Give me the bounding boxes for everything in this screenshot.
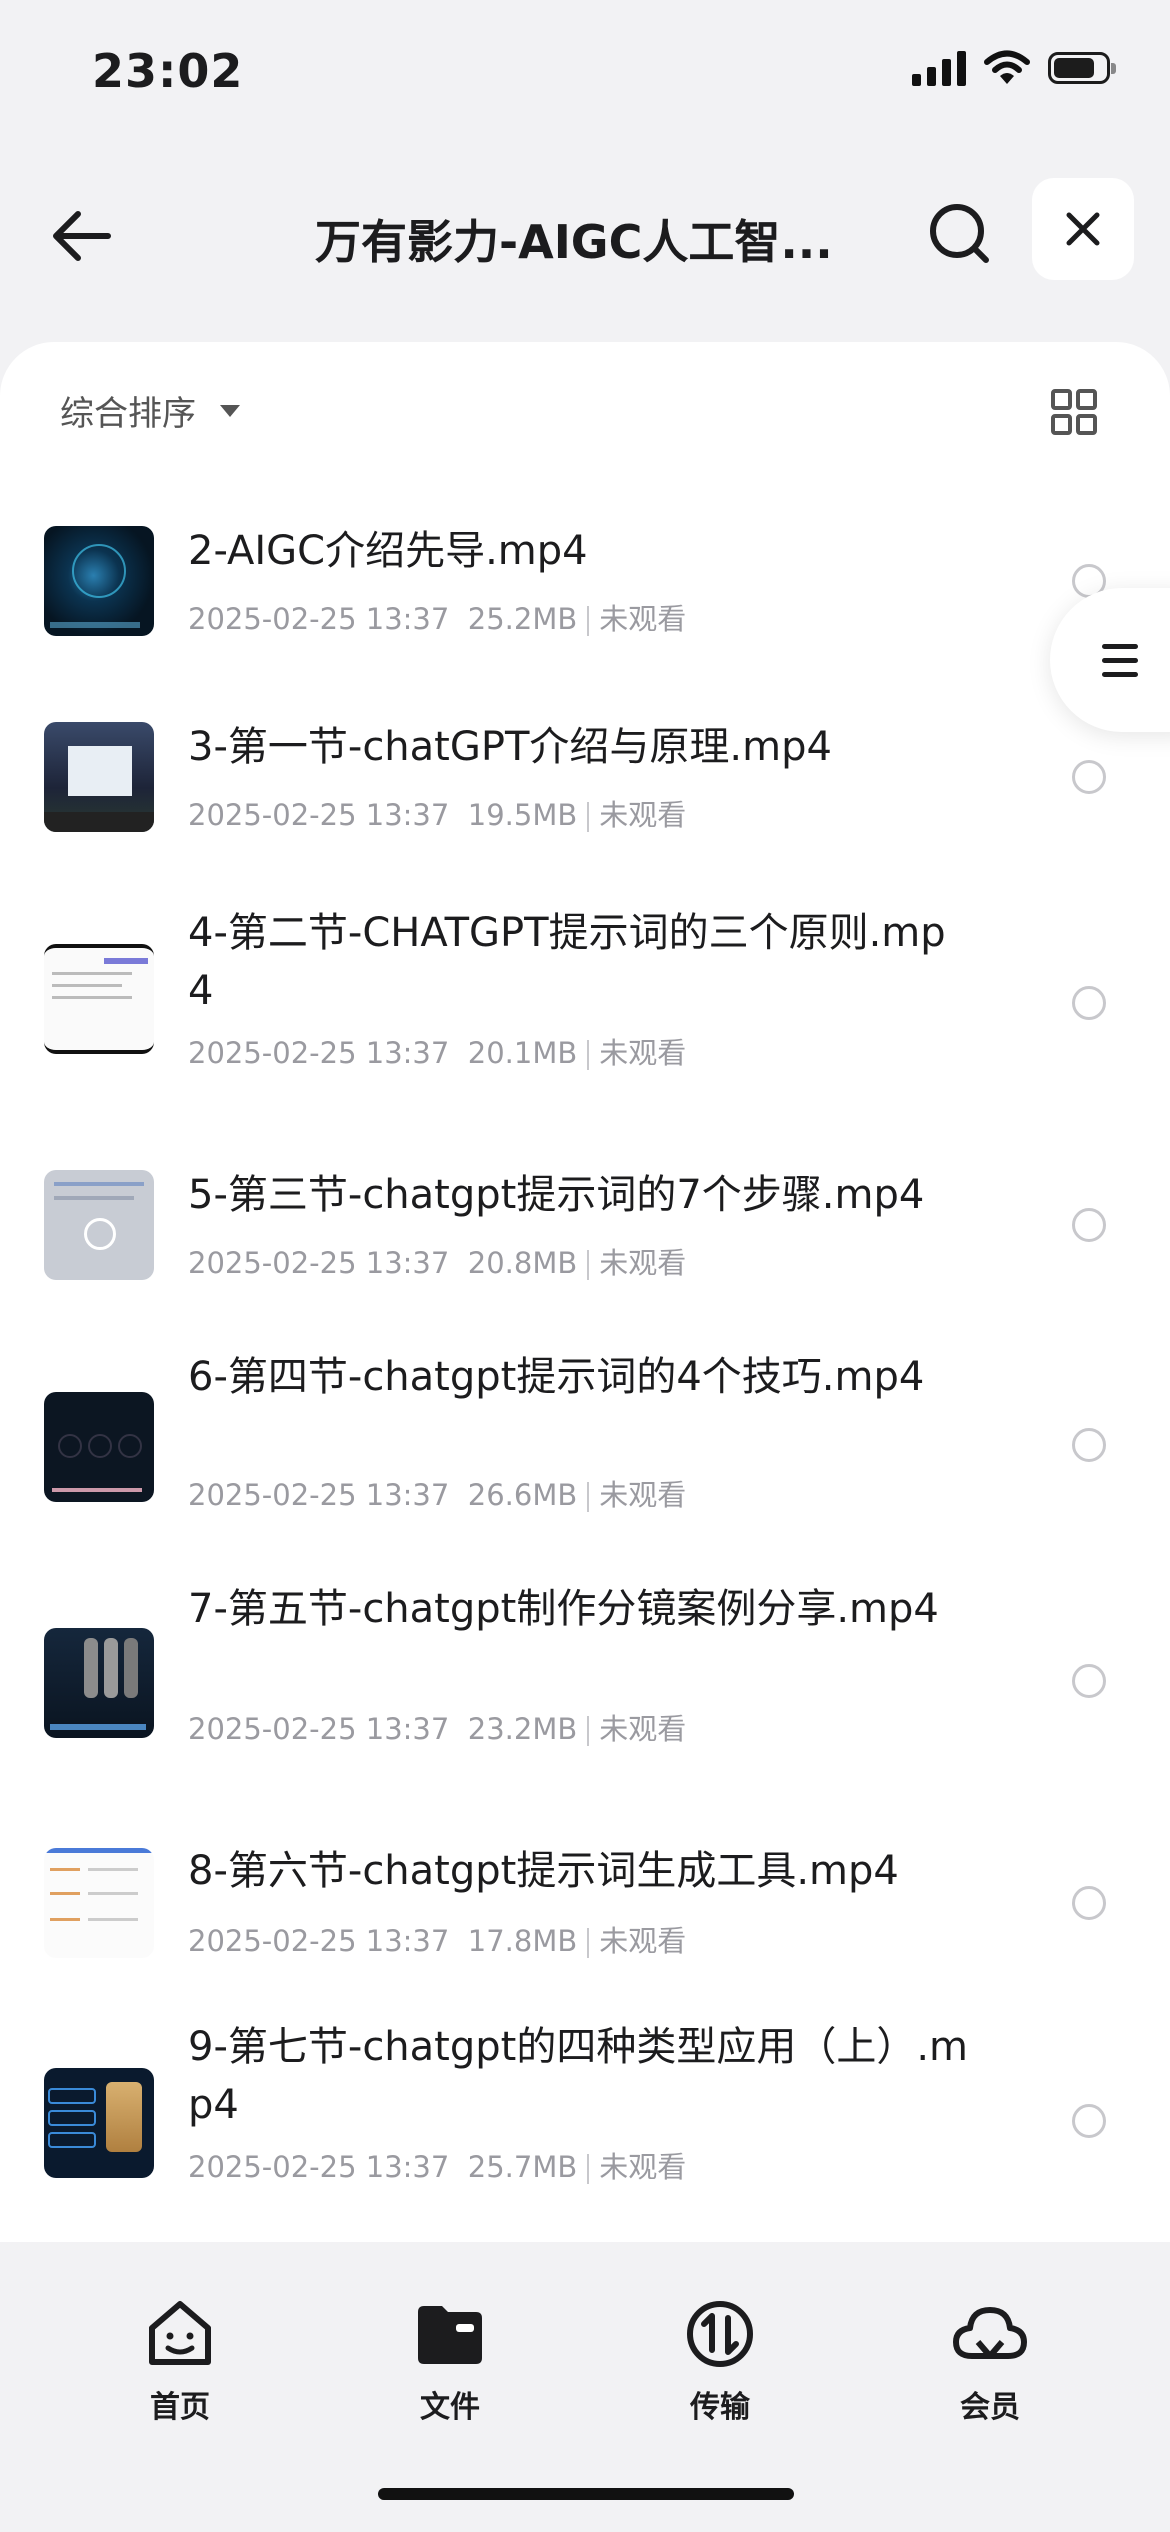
wifi-icon	[984, 50, 1030, 84]
video-thumbnail	[44, 2068, 154, 2178]
video-thumbnail	[44, 1392, 154, 1502]
file-name: 9-第七节-chatgpt的四种类型应用（上）.mp4	[188, 2024, 968, 2128]
list-item[interactable]: 6-第四节-chatgpt提示词的4个技巧.mp4 2025-02-25 13:…	[0, 1312, 1170, 1552]
watch-status: 未观看	[599, 1478, 687, 1512]
search-icon	[930, 204, 989, 263]
cellular-signal-icon	[912, 50, 966, 86]
file-name: 4-第二节-CHATGPT提示词的三个原则.mp4	[188, 910, 946, 1014]
video-thumbnail	[44, 1170, 154, 1280]
file-meta: 2025-02-25 13:37 17.8MB 未观看	[188, 1918, 686, 1960]
nav-vip[interactable]: 会员	[890, 2294, 1090, 2426]
nav-label: 会员	[960, 2390, 1020, 2425]
watch-status: 未观看	[599, 2150, 687, 2184]
file-date: 2025-02-25 13:37	[188, 1246, 450, 1280]
file-date: 2025-02-25 13:37	[188, 602, 450, 636]
watch-status: 未观看	[599, 1036, 687, 1070]
file-meta: 2025-02-25 13:37 19.5MB 未观看	[188, 792, 686, 834]
file-size: 17.8MB	[467, 1924, 578, 1958]
select-radio[interactable]	[1072, 1886, 1106, 1920]
file-date: 2025-02-25 13:37	[188, 798, 450, 832]
sort-label: 综合排序	[60, 394, 196, 434]
video-thumbnail	[44, 722, 154, 832]
watch-status: 未观看	[599, 1924, 687, 1958]
file-size: 20.8MB	[467, 1246, 578, 1280]
nav-label: 文件	[420, 2390, 480, 2425]
file-list-panel: 综合排序 2-AIGC介绍先导.mp4 2025-02-25 13:37 25.…	[0, 342, 1170, 2242]
file-date: 2025-02-25 13:37	[188, 1036, 450, 1070]
transfer-icon	[687, 2301, 753, 2367]
sort-dropdown[interactable]: 综合排序	[60, 386, 240, 435]
watch-status: 未观看	[599, 602, 687, 636]
file-date: 2025-02-25 13:37	[188, 1712, 450, 1746]
file-size: 25.2MB	[467, 602, 578, 636]
home-smile-icon	[149, 2301, 211, 2365]
file-name: 5-第三节-chatgpt提示词的7个步骤.mp4	[188, 1172, 925, 1218]
watch-status: 未观看	[599, 1712, 687, 1746]
video-thumbnail	[44, 944, 154, 1054]
list-item[interactable]: 9-第七节-chatgpt的四种类型应用（上）.mp4 2025-02-25 1…	[0, 1992, 1170, 2242]
select-radio[interactable]	[1072, 986, 1106, 1020]
file-size: 26.6MB	[467, 1478, 578, 1512]
list-item[interactable]: 8-第六节-chatgpt提示词生成工具.mp4 2025-02-25 13:3…	[0, 1792, 1170, 1992]
list-item[interactable]: 5-第三节-chatgpt提示词的7个步骤.mp4 2025-02-25 13:…	[0, 1112, 1170, 1312]
select-radio[interactable]	[1072, 1428, 1106, 1462]
file-name: 6-第四节-chatgpt提示词的4个技巧.mp4	[188, 1354, 925, 1400]
caret-down-icon	[220, 404, 240, 417]
file-name: 2-AIGC介绍先导.mp4	[188, 528, 588, 574]
file-meta: 2025-02-25 13:37 23.2MB 未观看	[188, 1706, 686, 1748]
list-item[interactable]: 3-第一节-chatGPT介绍与原理.mp4 2025-02-25 13:37 …	[0, 662, 1170, 862]
file-name: 3-第一节-chatGPT介绍与原理.mp4	[188, 724, 832, 770]
select-radio[interactable]	[1072, 1208, 1106, 1242]
list-item[interactable]: 2-AIGC介绍先导.mp4 2025-02-25 13:37 25.2MB 未观…	[0, 472, 1170, 662]
file-size: 23.2MB	[467, 1712, 578, 1746]
close-icon	[1066, 212, 1100, 246]
file-date: 2025-02-25 13:37	[188, 1478, 450, 1512]
nav-label: 首页	[150, 2390, 210, 2425]
status-icons	[912, 50, 1116, 86]
cloud-icon	[953, 2307, 1027, 2359]
file-size: 25.7MB	[467, 2150, 578, 2184]
select-radio[interactable]	[1072, 760, 1106, 794]
menu-icon	[1102, 643, 1138, 677]
page-title: 万有影力-AIGC人工智...	[315, 215, 833, 269]
nav-home[interactable]: 首页	[80, 2294, 280, 2426]
file-size: 19.5MB	[467, 798, 578, 832]
battery-icon	[1048, 52, 1116, 84]
back-button[interactable]	[44, 198, 120, 274]
search-button[interactable]	[924, 198, 996, 270]
watch-status: 未观看	[599, 798, 687, 832]
video-thumbnail	[44, 526, 154, 636]
file-meta: 2025-02-25 13:37 26.6MB 未观看	[188, 1472, 686, 1514]
header: 万有影力-AIGC人工智...	[0, 178, 1170, 288]
file-size: 20.1MB	[467, 1036, 578, 1070]
video-thumbnail	[44, 1628, 154, 1738]
grid-view-icon	[1051, 389, 1097, 435]
nav-label: 传输	[690, 2390, 750, 2425]
file-date: 2025-02-25 13:37	[188, 1924, 450, 1958]
list-item[interactable]: 4-第二节-CHATGPT提示词的三个原则.mp4 2025-02-25 13:…	[0, 862, 1170, 1112]
file-meta: 2025-02-25 13:37 20.8MB 未观看	[188, 1240, 686, 1282]
battery-level	[1054, 58, 1094, 78]
folder-icon	[418, 2306, 482, 2364]
close-button[interactable]	[1032, 178, 1134, 280]
home-indicator	[378, 2488, 794, 2500]
watch-status: 未观看	[599, 1246, 687, 1280]
select-radio[interactable]	[1072, 1664, 1106, 1698]
file-date: 2025-02-25 13:37	[188, 2150, 450, 2184]
video-thumbnail	[44, 1848, 154, 1958]
grid-view-button[interactable]	[1050, 388, 1098, 436]
file-meta: 2025-02-25 13:37 25.2MB 未观看	[188, 596, 686, 638]
select-radio[interactable]	[1072, 2104, 1106, 2138]
status-bar: 23:02	[0, 0, 1170, 140]
file-name: 7-第五节-chatgpt制作分镜案例分享.mp4	[188, 1586, 939, 1632]
status-time: 23:02	[92, 44, 244, 98]
arrow-left-icon	[53, 211, 111, 261]
file-meta: 2025-02-25 13:37 20.1MB 未观看	[188, 1030, 686, 1072]
nav-files[interactable]: 文件	[350, 2294, 550, 2426]
nav-transfer[interactable]: 传输	[620, 2294, 820, 2426]
list-item[interactable]: 7-第五节-chatgpt制作分镜案例分享.mp4 2025-02-25 13:…	[0, 1552, 1170, 1792]
file-name: 8-第六节-chatgpt提示词生成工具.mp4	[188, 1848, 899, 1894]
file-meta: 2025-02-25 13:37 25.7MB 未观看	[188, 2144, 686, 2186]
